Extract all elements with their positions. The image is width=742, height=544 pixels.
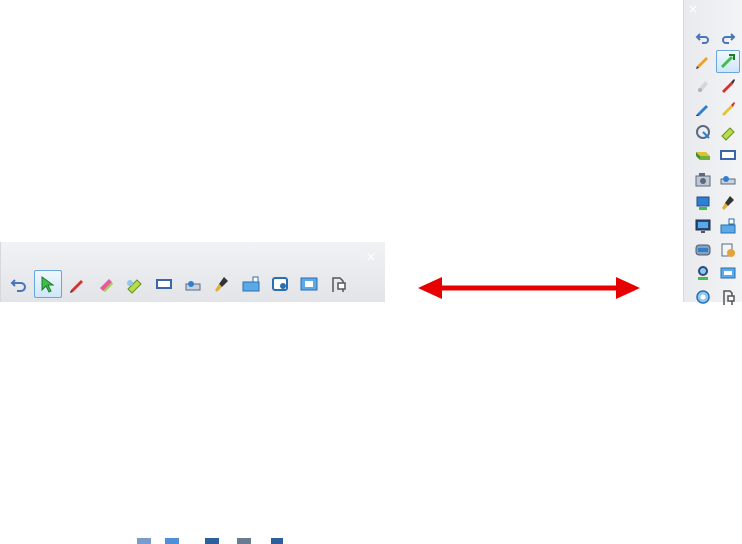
spotlight-icon [720,176,736,185]
orientation-toggle-button[interactable] [324,270,352,298]
pencil-icon [696,57,708,70]
redo-button[interactable] [716,26,740,49]
red-pen-button[interactable] [716,73,740,96]
creative-pen-icon [698,80,708,92]
blue-pen-button[interactable] [691,97,715,120]
keyboard-icon [720,218,736,234]
marker-tool-button[interactable] [121,270,149,298]
fill-tool-button[interactable] [716,191,740,214]
screen-shade-icon [720,150,736,161]
close-icon[interactable]: × [365,251,377,264]
highlighter-icon [100,279,113,292]
highlighter-button[interactable] [716,120,740,143]
screen-shade-button[interactable] [716,144,740,167]
magic-pen-button[interactable] [691,120,715,143]
video-capture-icon [696,196,710,210]
double-headed-arrow [418,277,640,299]
pen-tool-button[interactable] [63,270,91,298]
pen-icon [70,280,83,293]
select-tool-button[interactable] [716,49,740,73]
pencil-tool-button[interactable] [691,50,715,73]
vertical-floating-toolbar: × [683,0,742,306]
eraser-icon [696,152,710,161]
magnifier-icon [698,266,708,281]
capture-icon [272,277,288,291]
slide-show-button[interactable] [691,215,715,238]
orientation-toggle-button[interactable] [716,286,740,309]
orientation-toggle-icon [332,277,346,292]
select-icon [720,54,735,69]
calligraphy-pen-button[interactable] [716,97,740,120]
toolbar-row [5,268,352,300]
highlighter-tool-button[interactable] [92,270,120,298]
undo-button[interactable] [691,26,715,49]
eraser-button[interactable] [691,144,715,167]
keyboard-icon [242,276,260,292]
camera-capture-icon [695,173,711,187]
creative-pen-button[interactable] [691,73,715,96]
toolbar-grid [691,26,741,309]
settings-button[interactable] [691,286,715,309]
fullscreen-icon [720,267,736,279]
capture-button[interactable] [266,270,294,298]
eraser-brush-button[interactable] [208,270,236,298]
page-icon [721,243,735,257]
select-tool-button[interactable] [34,270,62,298]
eraser-brush-icon [215,277,228,292]
highlighter-icon [721,127,735,141]
camera-capture-button[interactable] [691,168,715,191]
blue-pen-icon [696,105,708,117]
red-pen-icon [722,78,735,93]
fullscreen-icon [300,277,318,291]
recorder-button[interactable] [691,238,715,261]
fill-tool-icon [722,195,734,210]
spotlight-button[interactable] [716,168,740,191]
marker-icon [127,279,142,294]
second-row-icons-partial [137,538,283,544]
close-icon[interactable]: × [688,3,698,15]
calligraphy-pen-icon [722,102,735,117]
screen-shade-button[interactable] [150,270,178,298]
redo-icon [722,32,736,44]
settings-icon [696,290,710,304]
select-icon [41,276,55,293]
slide-show-icon [695,219,711,234]
camera-icon [185,281,201,291]
keyboard-button[interactable] [716,215,740,238]
horizontal-floating-toolbar: × [0,242,385,544]
fullscreen-button[interactable] [716,262,740,285]
undo-icon [695,32,709,44]
video-capture-button[interactable] [691,191,715,214]
screen-shade-icon [156,279,172,289]
page-button[interactable] [716,238,740,261]
magnifier-button[interactable] [691,262,715,285]
keyboard-button[interactable] [237,270,265,298]
undo-icon [10,279,26,292]
undo-button[interactable] [5,270,33,298]
magic-pen-icon [696,124,710,139]
recorder-icon [695,244,711,256]
fullscreen-button[interactable] [295,270,323,298]
orientation-toggle-icon [723,290,735,306]
camera-button[interactable] [179,270,207,298]
